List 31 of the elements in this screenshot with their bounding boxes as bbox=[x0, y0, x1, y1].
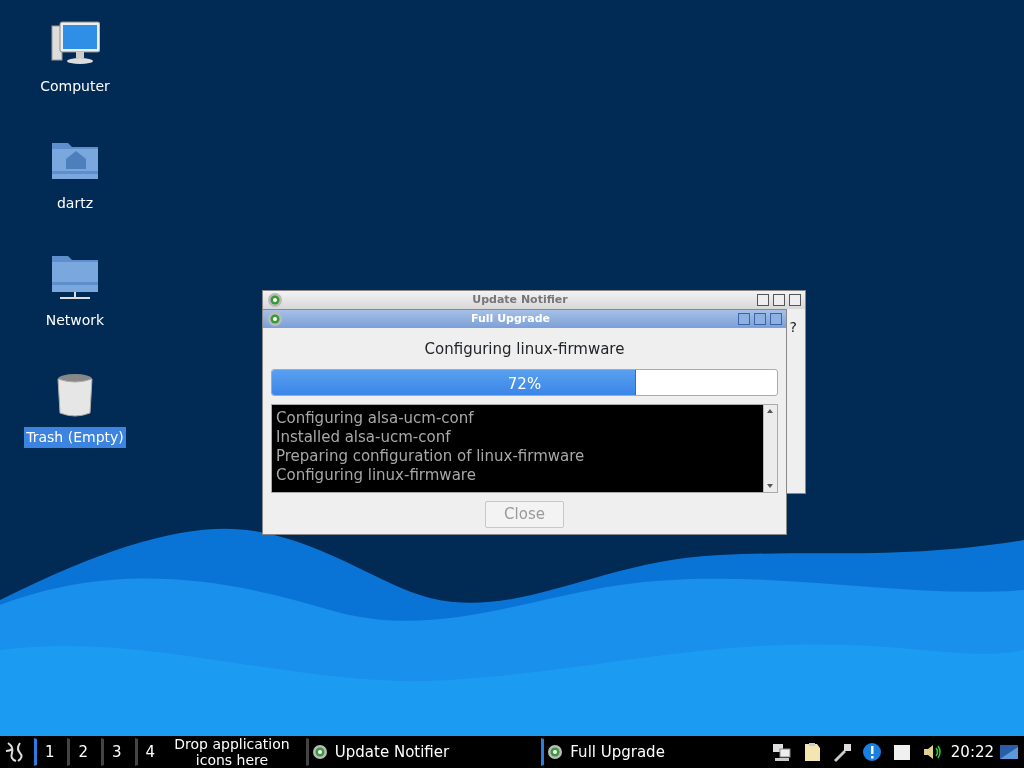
window-title: Full Upgrade bbox=[470, 310, 551, 327]
window-title: Update Notifier bbox=[471, 291, 569, 308]
network-folder-icon[interactable] bbox=[50, 254, 100, 302]
icon-label[interactable]: Computer bbox=[38, 76, 112, 97]
close-button[interactable] bbox=[770, 313, 782, 325]
icon-label[interactable]: Trash (Empty) bbox=[24, 427, 126, 448]
minimize-button[interactable] bbox=[757, 294, 769, 306]
icon-label[interactable]: dartz bbox=[54, 193, 96, 214]
maximize-button[interactable] bbox=[754, 313, 766, 325]
launcher-hint: Drop application icons here bbox=[173, 736, 291, 768]
workspace-button[interactable]: 2 bbox=[67, 738, 98, 766]
question-mark-text: ? bbox=[789, 318, 797, 337]
close-button[interactable] bbox=[789, 294, 801, 306]
clock[interactable]: 20:22 bbox=[950, 740, 995, 764]
log-line: Configuring linux-firmware bbox=[276, 465, 477, 485]
log-line: Installed alsa-ucm-conf bbox=[276, 427, 452, 447]
status-heading: Configuring linux-firmware bbox=[423, 339, 626, 360]
scrollbar[interactable] bbox=[763, 404, 777, 492]
taskbar-button[interactable]: Full Upgrade bbox=[541, 738, 763, 766]
log-line: Preparing configuration of linux-firmware bbox=[276, 446, 586, 466]
maximize-button[interactable] bbox=[773, 294, 785, 306]
workspace-button[interactable]: 4 bbox=[134, 738, 165, 766]
minimize-button[interactable] bbox=[738, 313, 750, 325]
taskbar-button[interactable]: Update Notifier bbox=[305, 738, 538, 766]
log-line: Configuring alsa-ucm-conf bbox=[276, 408, 475, 428]
icon-label[interactable]: Network bbox=[43, 310, 107, 331]
info-icon[interactable] bbox=[860, 741, 883, 763]
workspace-button[interactable]: 3 bbox=[101, 738, 131, 766]
progress-reading: 72% bbox=[506, 373, 543, 395]
network-icon[interactable] bbox=[770, 741, 793, 763]
workspace-button[interactable]: 1 bbox=[33, 738, 64, 766]
